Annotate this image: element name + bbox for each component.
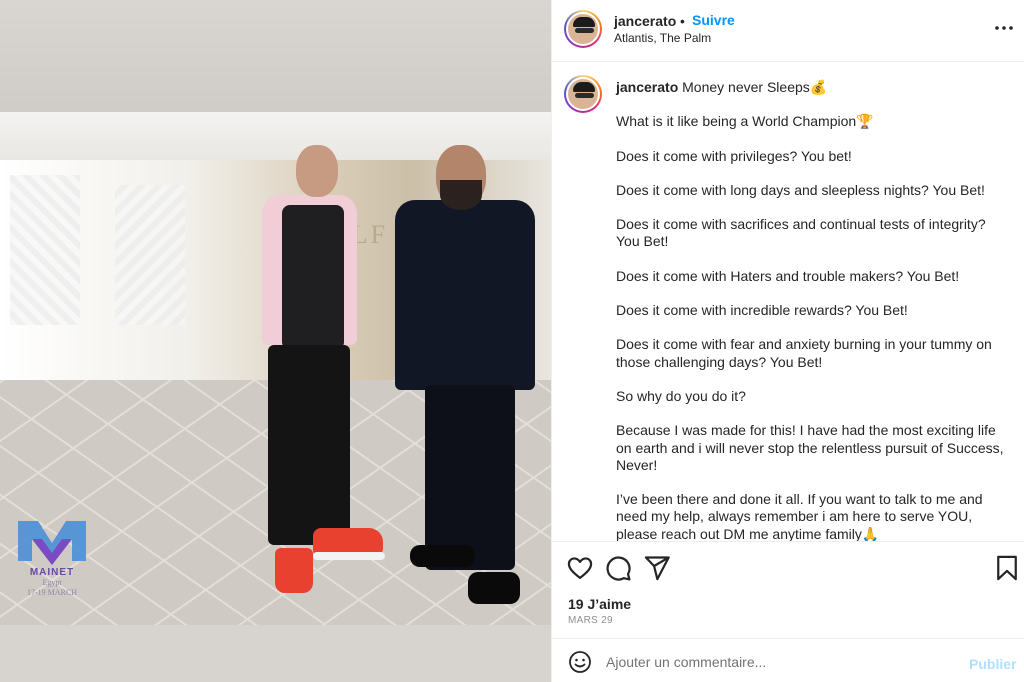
avatar-cap: [573, 17, 595, 27]
avatar-image: [566, 12, 600, 46]
likes-count[interactable]: 19 J’aime: [568, 596, 631, 612]
person-right-legs: [425, 385, 515, 570]
person-right-beard: [440, 180, 482, 210]
post-image[interactable]: OLF MAINET Egypt 17-19 MARCH: [0, 0, 551, 682]
avatar-image: [566, 77, 600, 111]
avatar-cap: [573, 82, 595, 92]
photo-decor-panel: [10, 175, 80, 325]
caption-first-line: Money never Sleeps💰: [682, 79, 828, 95]
heart-icon[interactable]: [566, 554, 594, 582]
photo-decor-panel: [115, 185, 185, 325]
header-separator: •: [680, 13, 685, 29]
caption-text: jancerato Money never Sleeps💰 What is it…: [616, 79, 1008, 541]
caption-line: So why do you do it?: [616, 387, 746, 404]
mainet-logo-icon: [18, 521, 86, 565]
post-date: MARS 29: [568, 615, 613, 626]
post-header: jancerato • Suivre Atlantis, The Palm: [552, 0, 1024, 62]
follow-button[interactable]: Suivre: [692, 12, 735, 28]
author-avatar[interactable]: [564, 10, 602, 48]
comment-icon[interactable]: [604, 554, 632, 582]
watermark-location: Egypt: [42, 578, 62, 587]
more-horizontal-icon[interactable]: [992, 18, 1016, 38]
caption-section: jancerato Money never Sleeps💰 What is it…: [552, 63, 1024, 541]
event-watermark: MAINET Egypt 17-19 MARCH: [12, 515, 92, 598]
person-left-vest: [282, 205, 344, 350]
person-right-shoe: [468, 572, 520, 604]
caption-line: I’ve been there and done it all. If you …: [616, 491, 983, 541]
caption-username[interactable]: jancerato: [616, 79, 678, 95]
person-left-shoe: [275, 548, 313, 593]
post-location[interactable]: Atlantis, The Palm: [614, 31, 711, 45]
avatar-glasses: [575, 28, 594, 33]
caption-line: Does it come with fear and anxiety burni…: [616, 336, 992, 370]
caption-line: jancerato Money never Sleeps💰: [616, 79, 1008, 96]
bookmark-icon[interactable]: [993, 554, 1021, 582]
comment-input[interactable]: [606, 649, 946, 675]
author-username[interactable]: jancerato: [614, 13, 676, 29]
person-right-jacket: [395, 200, 535, 390]
caption-line: Does it come with privileges? You bet!: [616, 147, 852, 164]
caption-line: Because I was made for this! I have had …: [616, 422, 1004, 473]
person-left-head: [296, 145, 338, 197]
photo-wall: [0, 0, 551, 120]
caption-line: What is it like being a World Champion🏆: [616, 113, 874, 130]
watermark-dates: 17-19 MARCH: [26, 588, 77, 597]
share-icon[interactable]: [643, 554, 671, 582]
person-left-shoe-sole: [313, 552, 385, 560]
caption-avatar[interactable]: [564, 75, 602, 113]
emoji-icon[interactable]: [568, 650, 592, 674]
photo-bottom-band: [0, 625, 551, 682]
avatar-glasses: [575, 93, 594, 98]
post-actions: 19 J’aime MARS 29: [552, 541, 1024, 637]
caption-line: Does it come with sacrifices and continu…: [616, 216, 986, 250]
person-right-shoe: [410, 545, 475, 567]
post-side-panel: jancerato • Suivre Atlantis, The Palm ja…: [551, 0, 1024, 682]
post-comment-button[interactable]: Publier: [969, 656, 1016, 672]
caption-line: Does it come with long days and sleeples…: [616, 181, 985, 198]
comment-bar: Publier: [552, 638, 1024, 682]
caption-line: Does it come with incredible rewards? Yo…: [616, 302, 908, 319]
caption-line: Does it come with Haters and trouble mak…: [616, 267, 960, 284]
person-left-legs: [268, 345, 350, 545]
watermark-name: MAINET: [29, 567, 75, 578]
